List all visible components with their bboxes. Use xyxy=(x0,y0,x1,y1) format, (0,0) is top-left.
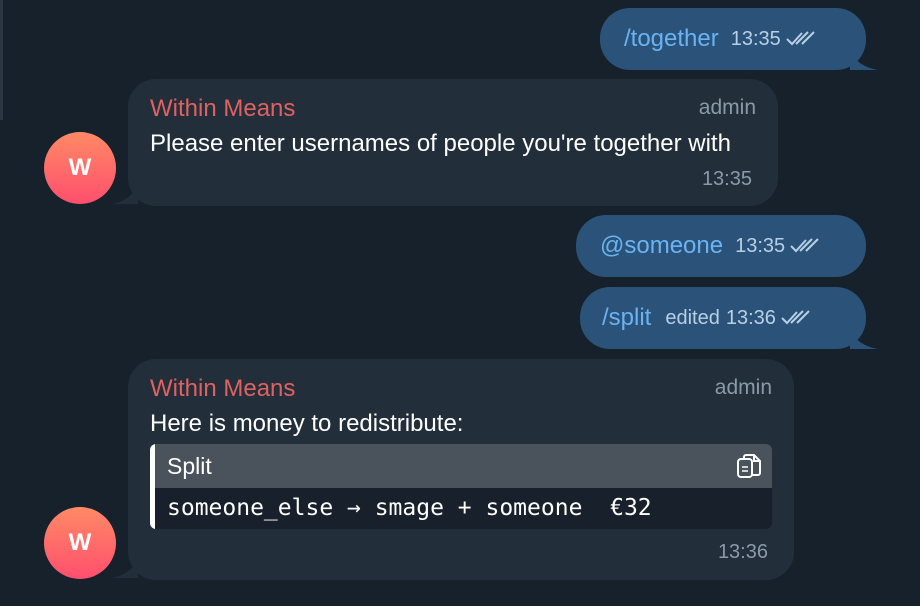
sender-role: admin xyxy=(698,96,756,119)
message-time: 13:36 xyxy=(725,306,776,329)
message-meta: edited 13:36 xyxy=(665,307,810,330)
sender-name[interactable]: Within Means xyxy=(150,375,295,403)
message-text[interactable]: /split xyxy=(602,304,651,332)
double-check-icon xyxy=(789,237,819,255)
message-text: Here is money to redistribute: xyxy=(150,410,464,437)
avatar[interactable]: W xyxy=(44,507,116,579)
incoming-message-1: Within Means admin Please enter username… xyxy=(128,79,778,206)
code-line: someone_else → smage + someone €32 xyxy=(167,495,652,521)
avatar[interactable]: W xyxy=(44,132,116,204)
message-time: 13:35 xyxy=(730,27,781,50)
double-check-icon xyxy=(780,309,810,327)
outgoing-message-split[interactable]: /split edited 13:36 xyxy=(580,287,866,349)
sender-name[interactable]: Within Means xyxy=(150,95,295,123)
left-divider xyxy=(0,0,3,120)
code-block[interactable]: Split someone_else → smage + someone €32 xyxy=(150,444,772,529)
outgoing-message-someone[interactable]: @someone 13:35 xyxy=(576,215,866,277)
double-check-icon xyxy=(785,30,815,48)
outgoing-message-together[interactable]: /together 13:35 xyxy=(600,8,866,70)
message-text[interactable]: /together xyxy=(624,25,719,53)
message-time: 13:35 xyxy=(735,234,786,257)
code-header: Split xyxy=(155,444,772,488)
message-text[interactable]: @someone xyxy=(600,232,723,260)
message-time: 13:36 xyxy=(717,541,768,563)
message-time: 13:35 xyxy=(701,168,752,190)
message-text: Please enter usernames of people you're … xyxy=(150,130,731,157)
message-meta: 13:35 xyxy=(735,235,819,258)
chat-history: /together 13:35 Within Means admin Pleas… xyxy=(0,0,920,606)
code-language: Split xyxy=(167,453,212,479)
message-meta: 13:35 xyxy=(731,28,815,51)
copy-icon[interactable] xyxy=(736,453,762,481)
sender-role: admin xyxy=(714,376,772,399)
edited-label: edited xyxy=(665,306,720,329)
